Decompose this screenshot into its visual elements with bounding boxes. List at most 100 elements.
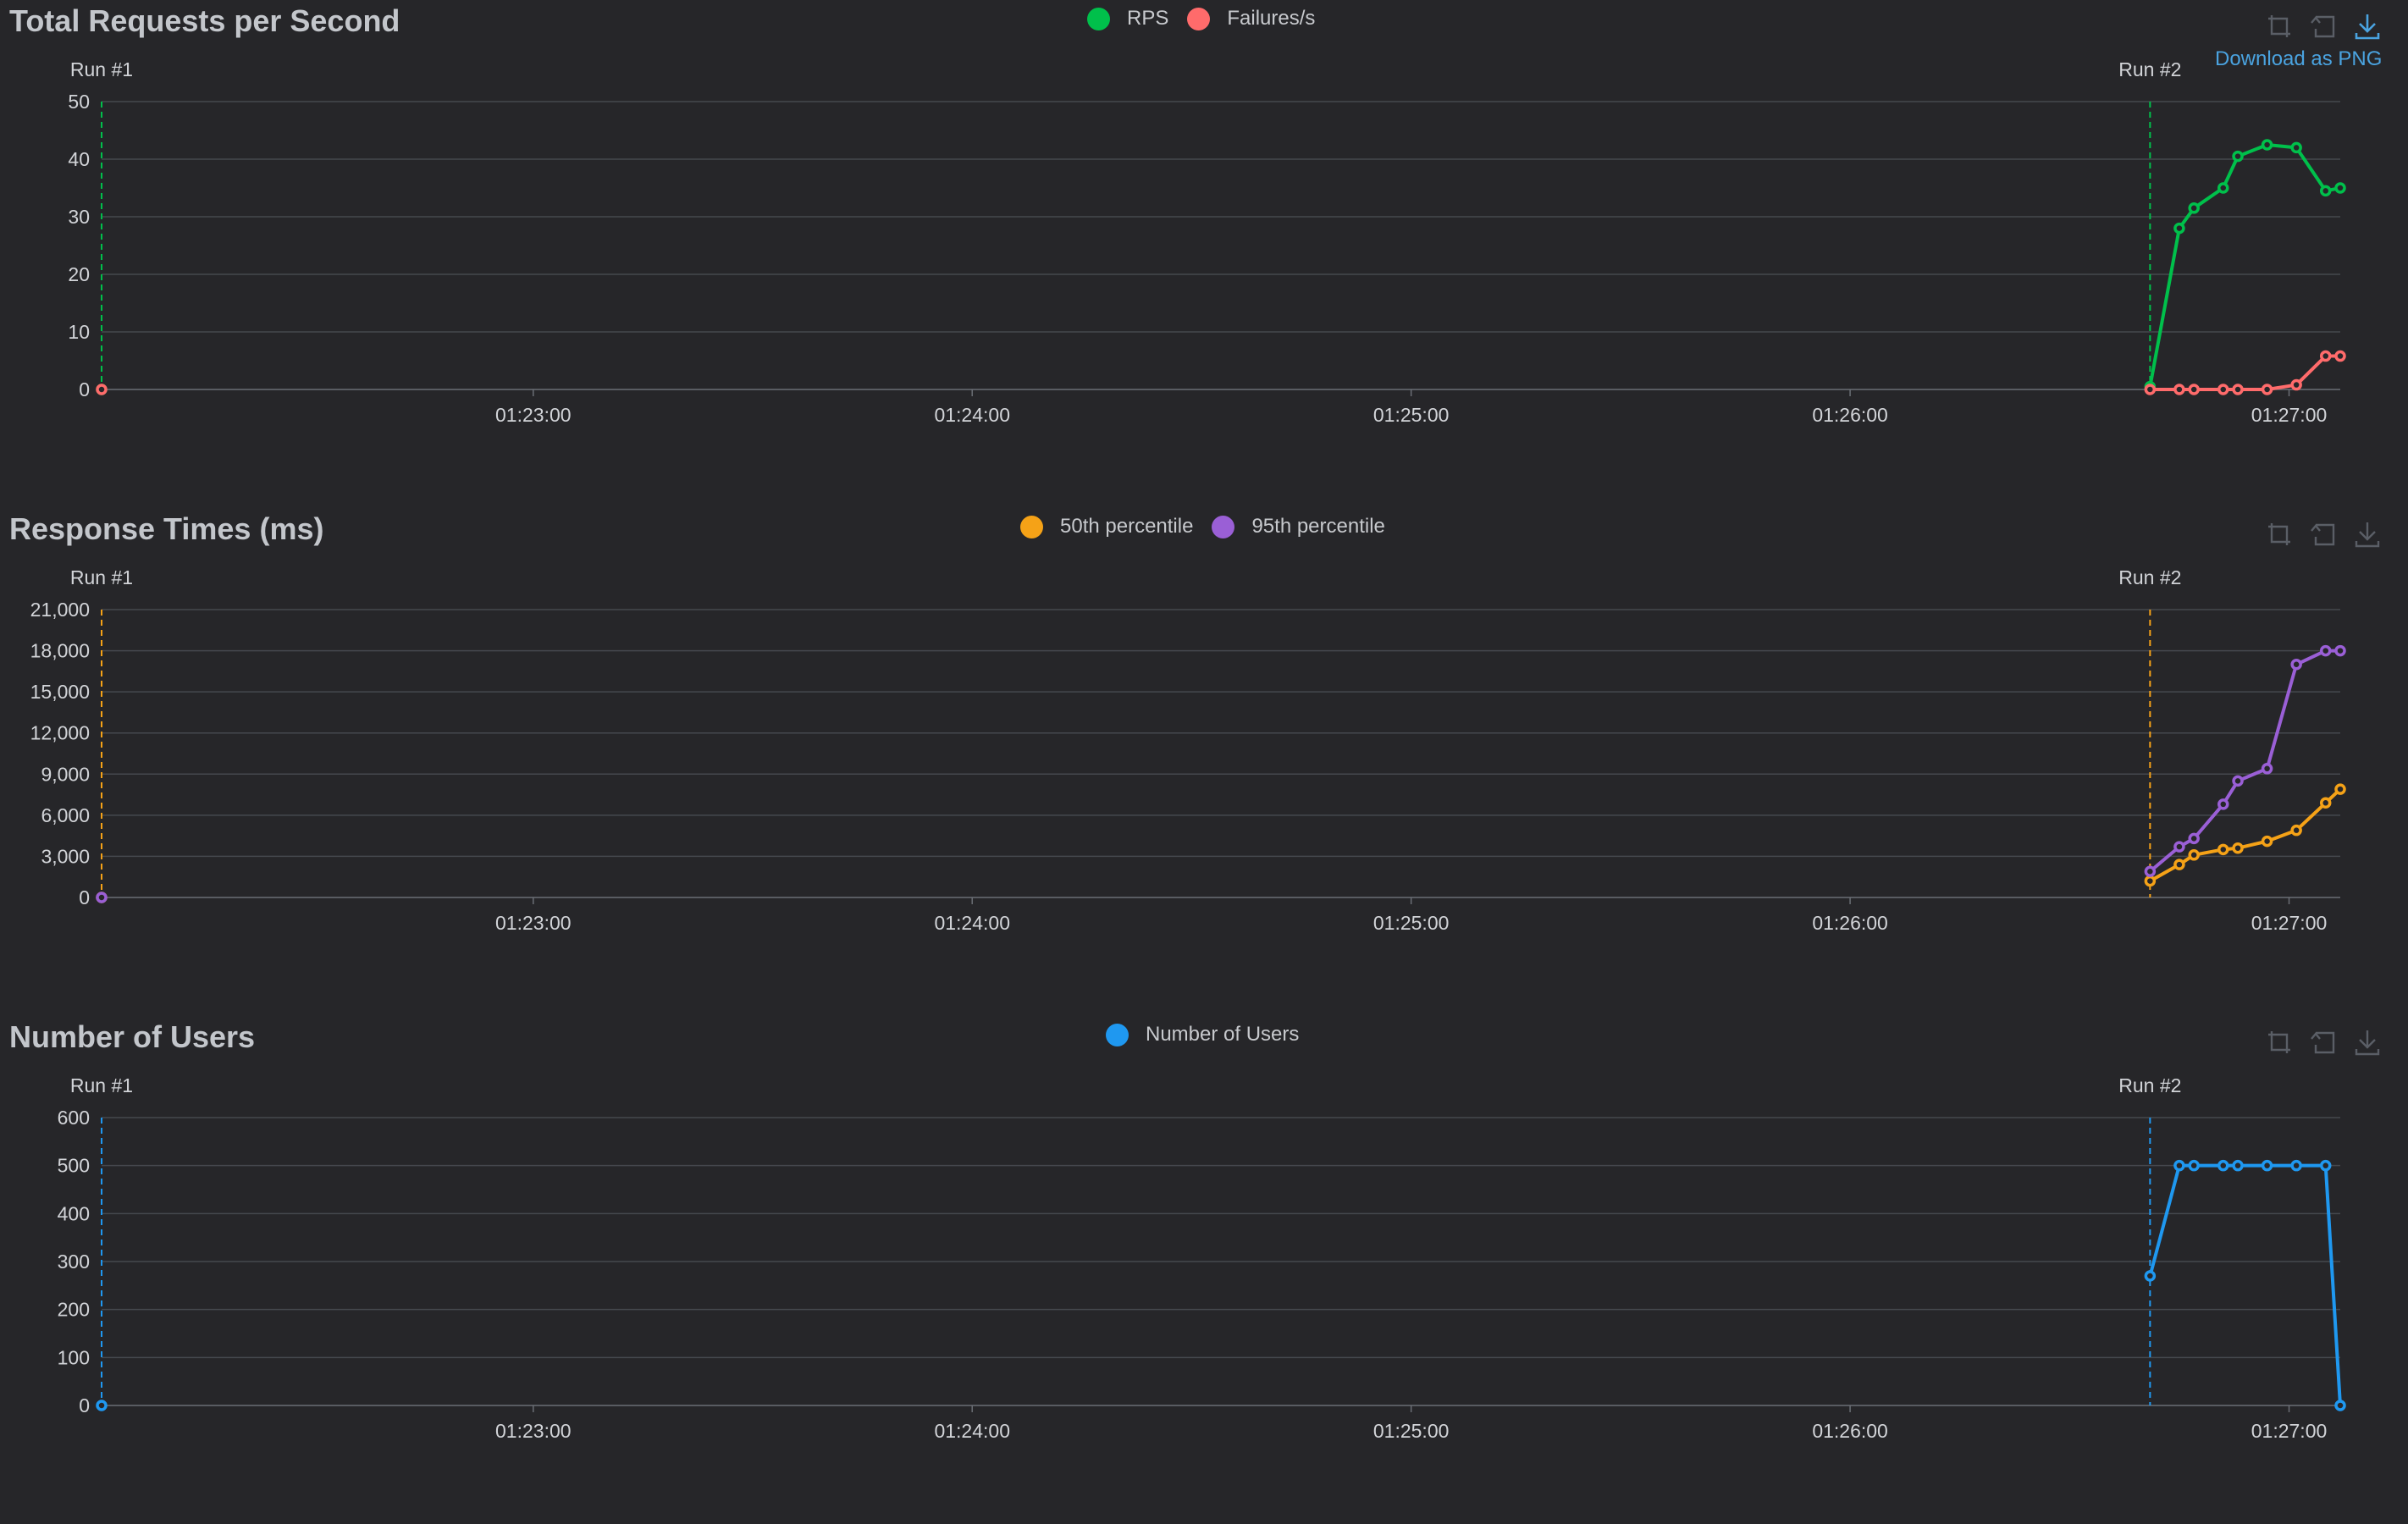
users-legend: Number of Users <box>1106 1023 1317 1046</box>
restore-icon[interactable] <box>2309 520 2338 549</box>
data-point <box>2290 1159 2302 1172</box>
x-tick-label: 01:23:00 <box>495 1420 572 1442</box>
rps-chart-title: Total Requests per Second <box>9 3 400 38</box>
data-point <box>96 1400 108 1411</box>
legend-item-users[interactable]: Number of Users <box>1106 1023 1299 1046</box>
data-point <box>96 384 108 395</box>
series-50th-percentile <box>96 783 2346 903</box>
y-tick-label: 30 <box>68 206 90 228</box>
response-times-chart-panel: 0 3,000 6,000 9,000 12,000 15,000 18,000 21,000… <box>0 508 2408 1016</box>
zoom-icon[interactable] <box>2265 1028 2294 1057</box>
download-icon[interactable] <box>2353 12 2382 41</box>
x-tick-label: 01:26:00 <box>1812 912 1888 934</box>
data-point <box>2144 875 2157 887</box>
data-point <box>2144 384 2157 395</box>
data-point <box>2217 384 2229 395</box>
y-tick-label: 100 <box>58 1346 90 1368</box>
data-point <box>2173 384 2185 395</box>
zoom-icon[interactable] <box>2265 520 2294 549</box>
data-point <box>2334 644 2346 657</box>
x-tick-label: 01:27:00 <box>2251 912 2328 934</box>
x-tick-label: 01:27:00 <box>2251 1420 2328 1442</box>
y-tick-label: 50 <box>68 91 90 113</box>
x-tick-label: 01:26:00 <box>1812 1420 1888 1442</box>
data-point <box>2144 1270 2157 1282</box>
y-tick-label: 600 <box>58 1107 90 1129</box>
p95-legend-dot <box>1212 515 1235 538</box>
y-tick-label: 200 <box>58 1299 90 1321</box>
legend-item-rps[interactable]: RPS <box>1087 7 1168 30</box>
y-tick-label: 400 <box>58 1202 90 1224</box>
rps-legend: RPS Failures/s <box>1087 7 1334 30</box>
data-point <box>2173 222 2185 235</box>
data-point <box>2334 182 2346 194</box>
data-point <box>2173 1159 2185 1172</box>
y-tick-label: 18,000 <box>30 640 90 662</box>
data-point <box>2261 835 2273 848</box>
data-point <box>2232 1159 2244 1172</box>
data-point <box>2319 185 2332 197</box>
data-point <box>2290 659 2302 671</box>
x-tick-label: 01:25:00 <box>1373 1420 1450 1442</box>
x-tick-label: 01:27:00 <box>2251 404 2328 426</box>
data-point <box>2217 798 2229 810</box>
y-tick-label: 0 <box>79 886 90 908</box>
data-point <box>2334 1400 2346 1411</box>
response-times-legend: 50th percentile 95th percentile <box>1020 515 1404 538</box>
series-number-of-users <box>96 1159 2346 1411</box>
data-point <box>2232 150 2244 163</box>
y-tick-label: 0 <box>79 378 90 400</box>
data-point <box>2217 843 2229 856</box>
rps-chart-panel: 0 10 20 30 40 50 01:23:00 01:24:00 01:25:00 01:26… <box>0 0 2408 508</box>
x-tick-label: 01:25:00 <box>1373 912 1450 934</box>
data-point <box>2290 378 2302 391</box>
legend-item-failures[interactable]: Failures/s <box>1187 7 1315 30</box>
data-point <box>2188 384 2200 395</box>
legend-label: Failures/s <box>1227 7 1316 30</box>
download-icon[interactable] <box>2353 520 2382 549</box>
download-icon[interactable] <box>2353 1028 2382 1057</box>
y-tick-label: 300 <box>58 1251 90 1273</box>
x-tick-label: 01:24:00 <box>934 912 1010 934</box>
legend-item-p95[interactable]: 95th percentile <box>1212 515 1385 538</box>
users-legend-dot <box>1106 1023 1129 1046</box>
failures-legend-dot <box>1187 7 1211 30</box>
restore-icon[interactable] <box>2309 12 2338 41</box>
x-tick-label: 01:23:00 <box>495 912 572 934</box>
legend-label: 50th percentile <box>1060 515 1194 538</box>
zoom-icon[interactable] <box>2265 12 2294 41</box>
download-tooltip: Download as PNG <box>2215 47 2383 70</box>
users-chart-panel: 0 100 200 300 400 500 600 01:23:00 01:24:00 01:25… <box>0 1016 2408 1524</box>
data-point <box>2232 775 2244 787</box>
run-marker-label: Run #2 <box>2118 58 2181 80</box>
x-tick-label: 01:25:00 <box>1373 404 1450 426</box>
legend-label: RPS <box>1127 7 1169 30</box>
legend-label: Number of Users <box>1146 1023 1300 1046</box>
data-point <box>2188 202 2200 214</box>
response-times-toolbox <box>2265 520 2382 549</box>
x-tick-label: 01:23:00 <box>495 404 572 426</box>
data-point <box>2261 384 2273 395</box>
legend-item-p50[interactable]: 50th percentile <box>1020 515 1193 538</box>
x-tick-label: 01:26:00 <box>1812 404 1888 426</box>
data-point <box>2290 141 2302 154</box>
y-tick-label: 40 <box>68 148 90 170</box>
legend-label: 95th percentile <box>1251 515 1385 538</box>
data-point <box>2319 797 2332 809</box>
restore-icon[interactable] <box>2309 1028 2338 1057</box>
p50-legend-dot <box>1020 515 1043 538</box>
data-point <box>2232 384 2244 395</box>
data-point <box>2188 849 2200 861</box>
y-tick-label: 500 <box>58 1155 90 1177</box>
data-point <box>2261 763 2273 775</box>
users-chart: 0 100 200 300 400 500 600 01:23:00 01:24:00 01:25… <box>58 1074 2346 1442</box>
rps-legend-dot <box>1087 7 1110 30</box>
y-tick-label: 3,000 <box>41 845 90 867</box>
x-tick-label: 01:24:00 <box>934 1420 1010 1442</box>
run-marker-label: Run #2 <box>2118 1074 2181 1096</box>
data-point <box>2144 865 2157 877</box>
data-point <box>2319 1159 2332 1172</box>
data-point <box>2290 824 2302 837</box>
y-tick-label: 6,000 <box>41 804 90 826</box>
response-times-chart-title: Response Times (ms) <box>9 511 324 546</box>
